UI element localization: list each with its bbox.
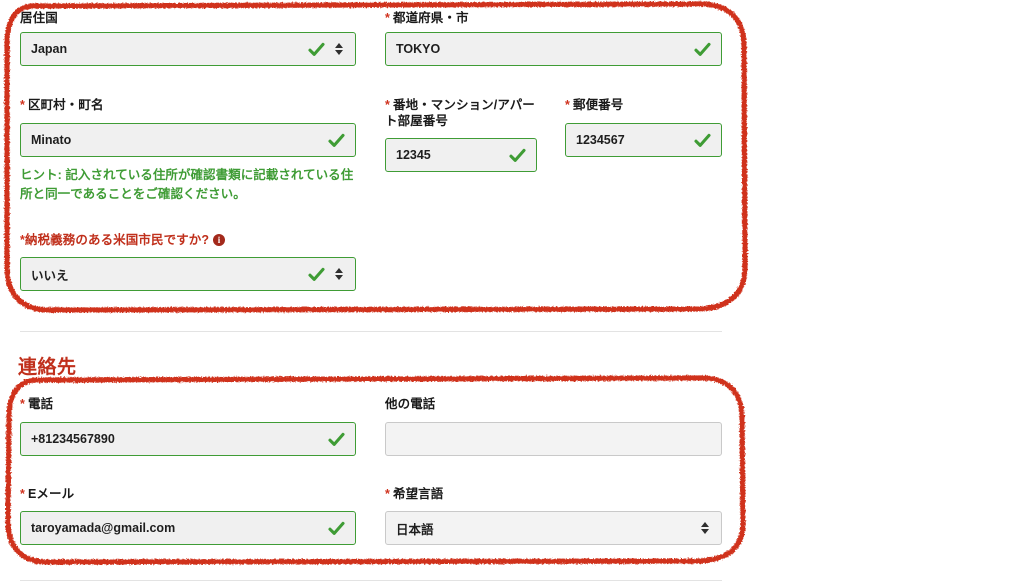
value-country-of-residence: Japan [31, 42, 68, 56]
label-postal-code: * 郵便番号 [565, 97, 722, 113]
field-state-province-city: * 都道府県・市 TOKYO [385, 10, 722, 66]
check-icon [509, 147, 526, 164]
label-text-preferred-language: 希望言語 [392, 487, 444, 501]
required-asterisk: * [385, 487, 390, 501]
label-us-taxpayer-question: *納税義務のある米国市民ですか? i [20, 232, 356, 248]
field-email: * Eメール taroyamada@gmail.com [20, 486, 356, 545]
chevron-updown-icon[interactable] [699, 519, 711, 537]
value-street-apartment-number: 12345 [396, 148, 431, 162]
value-ward-town: Minato [31, 133, 72, 147]
field-phone: * 電話 +81234567890 [20, 396, 356, 456]
label-preferred-language: * 希望言語 [385, 486, 722, 502]
label-text-phone: 電話 [27, 397, 54, 411]
check-icon [328, 520, 345, 537]
label-other-phone: 他の電話 [385, 396, 722, 412]
required-asterisk: * [385, 98, 390, 112]
label-state-province-city: * 都道府県・市 [385, 10, 722, 26]
label-text-us-taxpayer-question: 納税義務のある米国市民ですか? [24, 233, 210, 247]
label-country-of-residence: 居住国 [20, 10, 356, 26]
input-street-apartment-number[interactable]: 12345 [385, 138, 537, 172]
required-asterisk: * [20, 487, 25, 501]
required-asterisk: * [20, 98, 25, 112]
value-preferred-language: 日本語 [396, 522, 434, 537]
value-email: taroyamada@gmail.com [31, 521, 176, 535]
field-us-taxpayer-question: *納税義務のある米国市民ですか? i いいえ [20, 232, 356, 291]
required-asterisk: * [385, 11, 390, 25]
field-other-phone: 他の電話 [385, 396, 722, 456]
address-hint-text: ヒント: 記入されている住所が確認書類に記載されている住所と同一であることをご確… [20, 168, 354, 201]
select-preferred-language[interactable]: 日本語 [385, 511, 722, 545]
select-us-taxpayer-question[interactable]: いいえ [20, 257, 356, 291]
label-text-country-of-residence: 居住国 [20, 11, 58, 25]
label-street-apartment-number: * 番地・マンション/アパート部屋番号 [385, 97, 535, 129]
field-street-apartment-number: * 番地・マンション/アパート部屋番号 12345 [385, 97, 537, 172]
label-text-postal-code: 郵便番号 [572, 98, 624, 112]
chevron-updown-icon[interactable] [333, 40, 345, 58]
required-asterisk: * [565, 98, 570, 112]
value-state-province-city: TOKYO [396, 42, 441, 56]
input-email[interactable]: taroyamada@gmail.com [20, 511, 356, 545]
label-text-other-phone: 他の電話 [385, 397, 436, 411]
label-phone: * 電話 [20, 396, 356, 412]
field-ward-town: * 区町村・町名 Minato [20, 97, 356, 157]
field-postal-code: * 郵便番号 1234567 [565, 97, 722, 157]
contact-section-heading: 連絡先 [18, 357, 77, 378]
check-icon [694, 132, 711, 149]
field-country-of-residence: 居住国 Japan [20, 10, 356, 66]
input-phone[interactable]: +81234567890 [20, 422, 356, 456]
label-text-state-province-city: 都道府県・市 [392, 11, 469, 25]
value-phone: +81234567890 [31, 432, 115, 446]
check-icon [328, 431, 345, 448]
select-country-of-residence[interactable]: Japan [20, 32, 356, 66]
input-other-phone[interactable] [385, 422, 722, 456]
label-text-email: Eメール [27, 487, 75, 501]
section-divider-top [20, 331, 722, 332]
required-asterisk: * [20, 397, 25, 411]
input-ward-town[interactable]: Minato [20, 123, 356, 157]
label-text-street-apartment-number: 番地・マンション/アパート部屋番号 [385, 98, 535, 128]
label-ward-town: * 区町村・町名 [20, 97, 356, 113]
check-icon [308, 266, 325, 283]
check-icon [694, 41, 711, 58]
value-postal-code: 1234567 [576, 133, 625, 147]
value-us-taxpayer-question: いいえ [31, 268, 69, 283]
check-icon [328, 132, 345, 149]
label-text-ward-town: 区町村・町名 [27, 98, 104, 112]
section-divider-bottom [20, 580, 722, 581]
field-preferred-language: * 希望言語 日本語 [385, 486, 722, 545]
input-postal-code[interactable]: 1234567 [565, 123, 722, 157]
info-icon[interactable]: i [213, 234, 226, 246]
chevron-updown-icon[interactable] [333, 265, 345, 283]
check-icon [308, 41, 325, 58]
input-state-province-city[interactable]: TOKYO [385, 32, 722, 66]
label-email: * Eメール [20, 486, 356, 502]
